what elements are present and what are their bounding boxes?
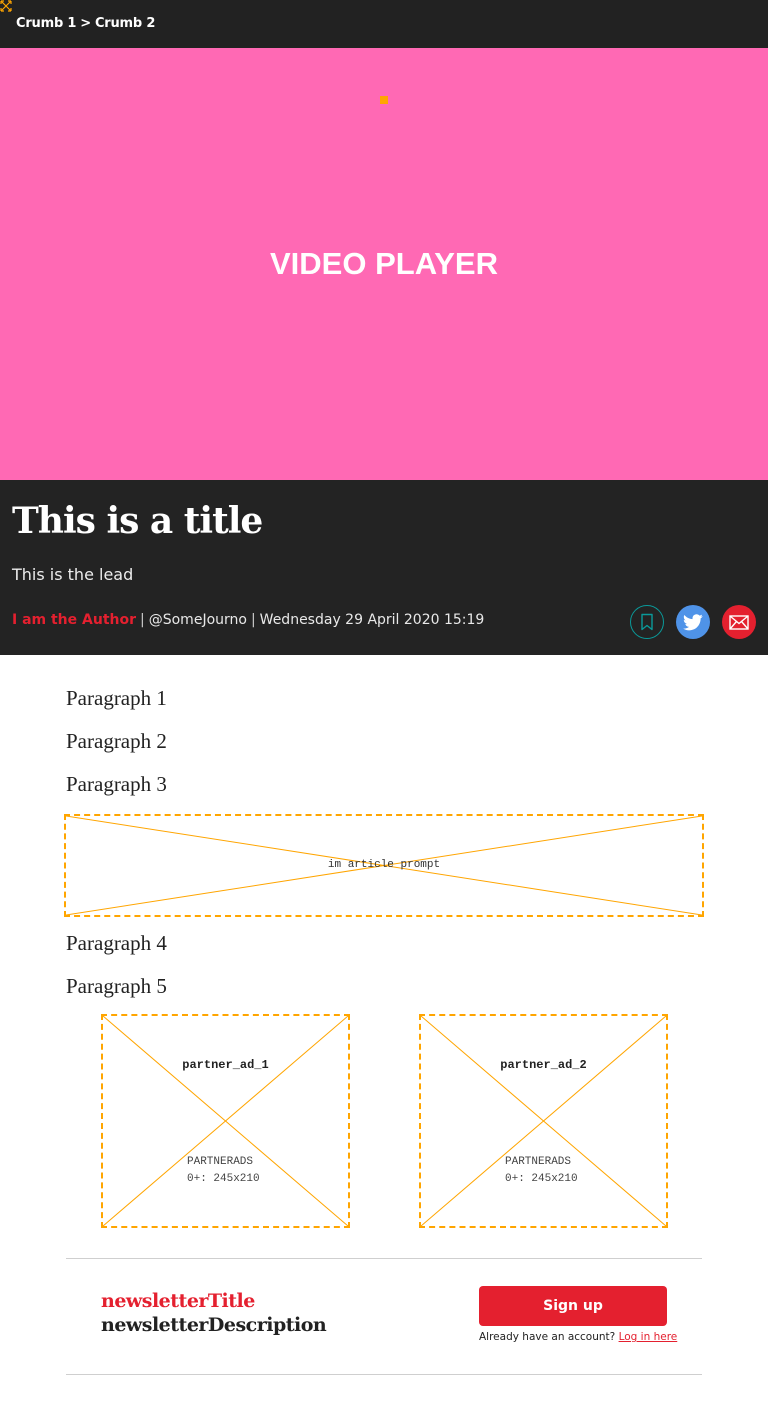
twitter-icon xyxy=(683,613,703,630)
login-link[interactable]: Log in here xyxy=(619,1331,678,1343)
paragraph: Paragraph 4 xyxy=(66,931,167,955)
divider xyxy=(66,1258,702,1259)
paragraph: Paragraph 1 xyxy=(66,686,167,710)
breadcrumb-item-1[interactable]: Crumb 1 xyxy=(16,16,76,31)
paragraph: Paragraph 2 xyxy=(66,729,167,753)
placeholder-cross-icon xyxy=(421,1016,666,1226)
article-lead: This is the lead xyxy=(12,565,134,584)
paragraph: Paragraph 3 xyxy=(66,772,167,796)
publish-date: Wednesday 29 April 2020 15:19 xyxy=(259,612,485,628)
share-twitter-button[interactable] xyxy=(676,605,710,639)
paragraph: Paragraph 5 xyxy=(66,974,167,998)
partner-ad-meta: PARTNERADS 0+: 245x210 xyxy=(505,1156,578,1185)
signup-button[interactable]: Sign up xyxy=(479,1286,667,1326)
article-header: This is a title This is the lead I am th… xyxy=(0,480,768,655)
share-email-button[interactable] xyxy=(722,605,756,639)
placeholder-cross-icon xyxy=(103,1016,348,1226)
breadcrumb-item-2[interactable]: Crumb 2 xyxy=(95,16,155,31)
partner-ad-slot-1: partner_ad_1 PARTNERADS 0+: 245x210 xyxy=(101,1014,350,1228)
divider xyxy=(66,1374,702,1375)
save-button[interactable] xyxy=(630,605,664,639)
author-handle[interactable]: @SomeJourno xyxy=(149,612,247,628)
email-icon xyxy=(729,614,749,630)
breadcrumb-bar: Crumb 1 > Crumb 2 xyxy=(0,0,768,48)
prompt-slot-label: im article prompt xyxy=(327,859,441,871)
video-player-label: VIDEO PLAYER xyxy=(270,246,498,281)
in-article-prompt-slot: im article prompt xyxy=(64,814,704,917)
byline: I am the Author | @SomeJourno | Wednesday 29… xyxy=(12,612,485,628)
resize-arrows-icon xyxy=(0,0,12,12)
partner-ad-slot-2: partner_ad_2 PARTNERADS 0+: 245x210 xyxy=(419,1014,668,1228)
partner-ad-name: partner_ad_2 xyxy=(500,1058,587,1072)
loading-indicator xyxy=(380,96,388,104)
account-text: Already have an account? xyxy=(479,1331,616,1343)
partner-ad-meta: PARTNERADS 0+: 245x210 xyxy=(187,1156,260,1185)
author-link[interactable]: I am the Author xyxy=(12,612,136,628)
login-prompt: Already have an account? Log in here xyxy=(479,1331,677,1343)
partner-ad-name: partner_ad_1 xyxy=(182,1058,269,1072)
newsletter-description: newsletterDescription xyxy=(101,1314,327,1336)
article-title: This is a title xyxy=(12,500,263,542)
breadcrumb-separator: > xyxy=(80,16,91,31)
newsletter-title: newsletterTitle xyxy=(101,1290,255,1312)
bookmark-icon xyxy=(641,613,653,631)
breadcrumb: Crumb 1 > Crumb 2 xyxy=(16,16,155,31)
video-player[interactable]: VIDEO PLAYER xyxy=(0,48,768,480)
